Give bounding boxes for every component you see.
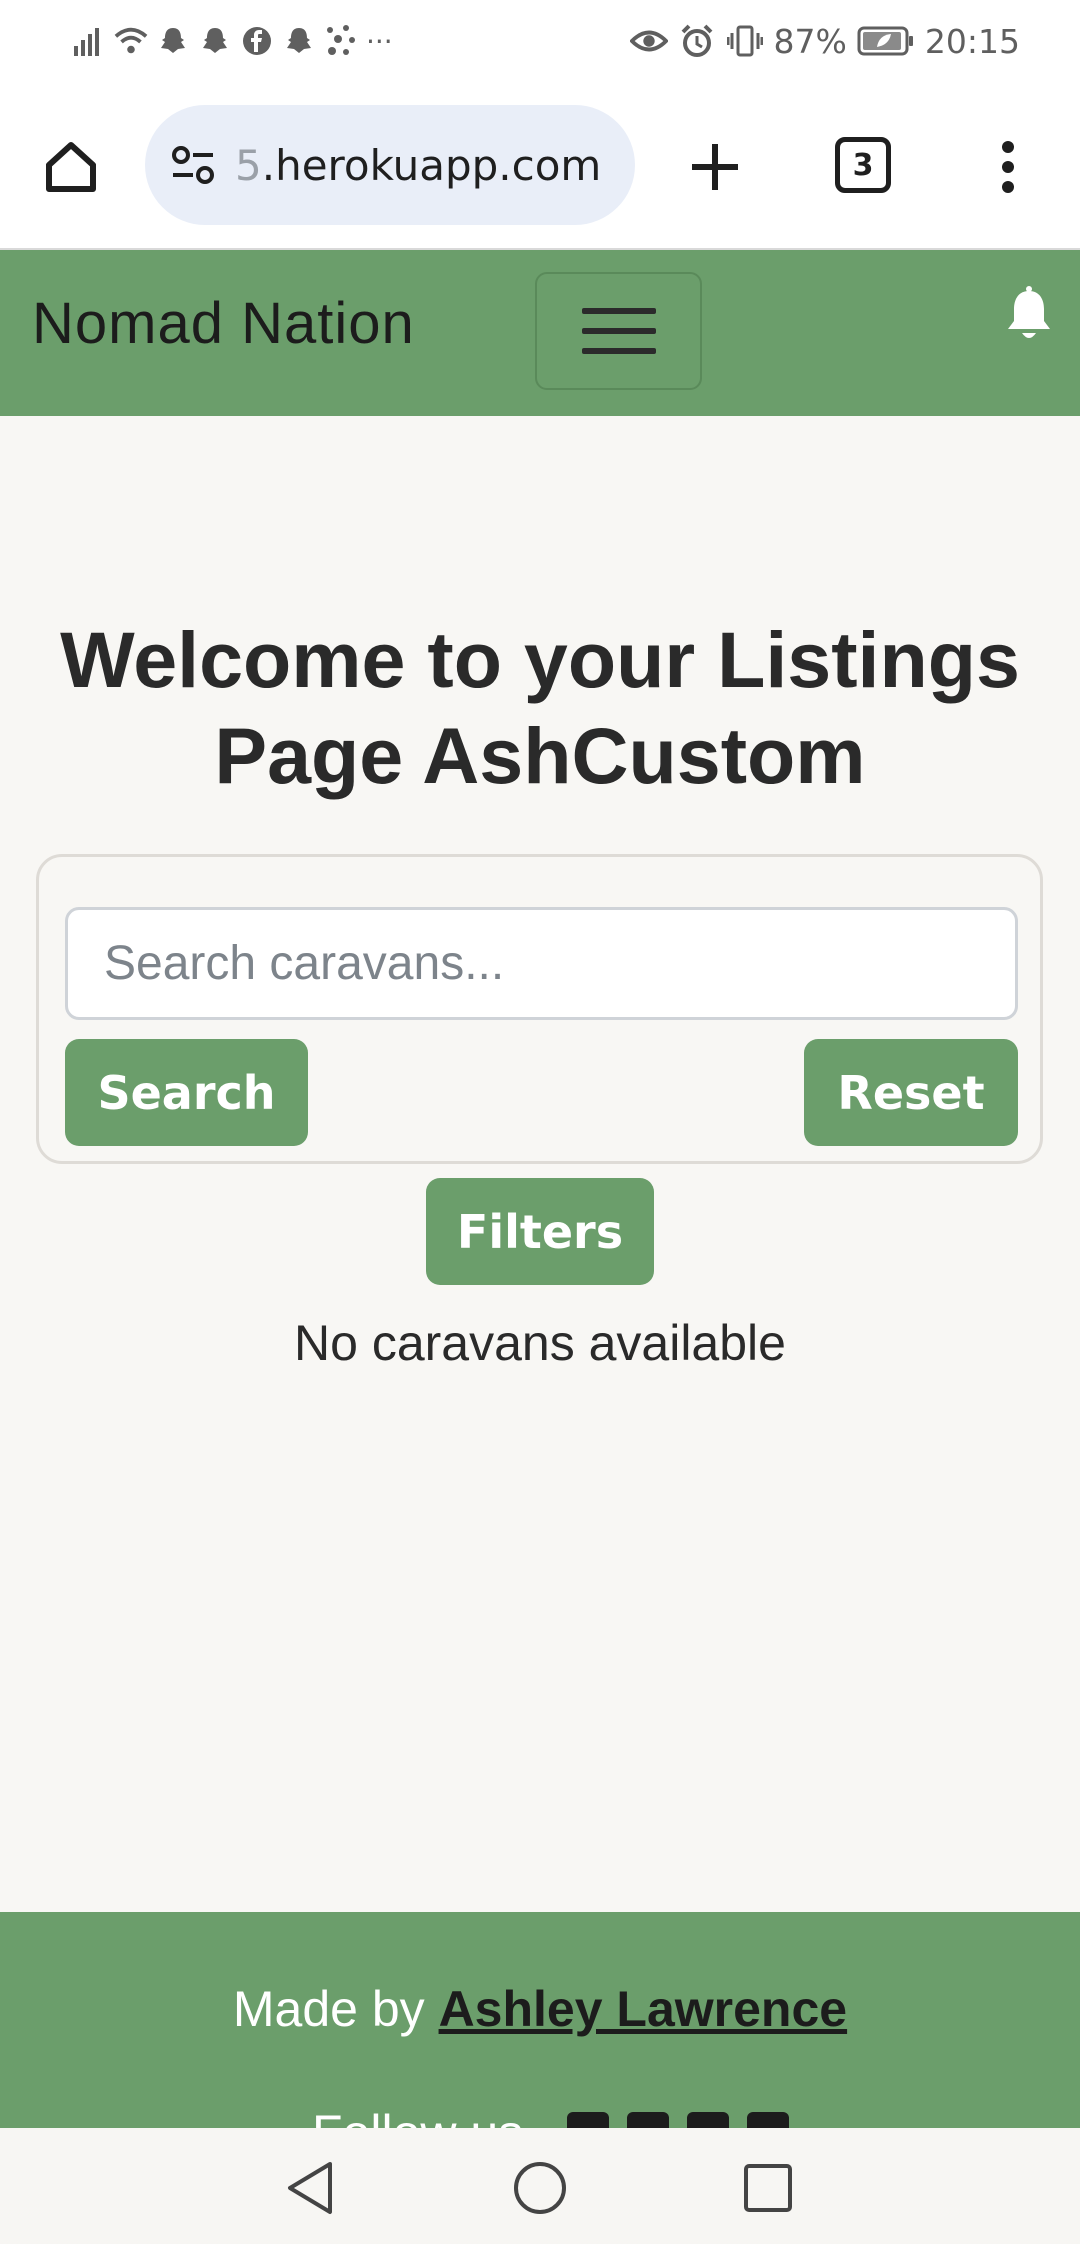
eye-icon [629,22,668,60]
snapchat-icon [156,24,190,58]
vibrate-icon [726,22,764,60]
filters-button[interactable]: Filters [426,1178,654,1285]
url-text: 5.herokuapp.com [235,141,615,190]
main-content: Welcome to your Listings Page AshCustom … [0,416,1080,1912]
url-faded-text: 5 [235,140,262,190]
browser-toolbar: 5.herokuapp.com 3 [0,82,1080,250]
back-button[interactable] [280,2158,340,2218]
site-navbar: Nomad Nation [0,250,1080,416]
status-left-icons: ··· [72,18,393,64]
social-row: Follow us [312,2104,790,2128]
address-bar[interactable]: 5.herokuapp.com [145,105,635,225]
made-by-text: Made by Ashley Lawrence [0,1980,1080,2038]
recents-square-icon [744,2164,792,2212]
alarm-icon [678,22,716,60]
site-footer: Made by Ashley Lawrence Follow us [0,1912,1080,2128]
reset-button[interactable]: Reset [804,1039,1018,1146]
recents-button[interactable] [738,2158,798,2218]
author-link[interactable]: Ashley Lawrence [439,1981,848,2037]
battery-icon [857,22,915,60]
brand-link[interactable]: Nomad Nation [32,290,415,357]
tab-switcher-button[interactable]: 3 [835,137,891,193]
wifi-icon [114,24,148,58]
new-tab-button[interactable] [680,132,750,202]
plus-icon [692,144,738,190]
empty-state-message: No caravans available [294,1315,786,1371]
home-circle-icon [514,2162,566,2214]
follow-text: Follow us [312,2104,523,2128]
x-twitter-icon[interactable] [627,2112,670,2128]
status-bar: ··· 87% 20:15 [0,0,1080,82]
facebook-icon[interactable] [567,2112,610,2128]
status-time: 20:15 [924,21,1020,61]
search-input[interactable] [65,907,1018,1020]
browser-menu-button[interactable] [985,132,1031,202]
navbar-toggler-button[interactable] [535,272,702,390]
home-button[interactable] [36,132,106,202]
status-right-icons: 87% 20:15 [629,18,1020,64]
status-overflow: ··· [366,24,393,58]
system-navigation-bar [0,2128,1080,2244]
home-icon [46,142,96,192]
page-title: Welcome to your Listings Page AshCustom [60,615,1020,800]
screen: ··· 87% 20:15 5.herokuapp.com 3 Nomad Na… [0,0,1080,2244]
site-settings-icon[interactable] [165,137,221,193]
home-nav-button[interactable] [510,2158,570,2218]
snapchat-icon [282,24,316,58]
back-triangle-icon [288,2162,332,2214]
url-domain-text: .herokuapp.com [261,140,602,190]
notification-bell-icon[interactable] [1003,285,1055,345]
search-button[interactable]: Search [65,1039,308,1146]
signal-icon [72,24,106,58]
instagram-icon[interactable] [687,2112,730,2128]
dots-icon [324,24,358,58]
hamburger-icon [581,308,656,314]
facebook-icon [240,24,274,58]
snapchat-icon [198,24,232,58]
battery-percent: 87% [773,21,847,61]
search-form: Search Reset [36,854,1043,1164]
made-by-prefix: Made by [232,1981,439,2037]
more-vert-icon [1002,141,1014,193]
youtube-icon[interactable] [747,2112,790,2128]
